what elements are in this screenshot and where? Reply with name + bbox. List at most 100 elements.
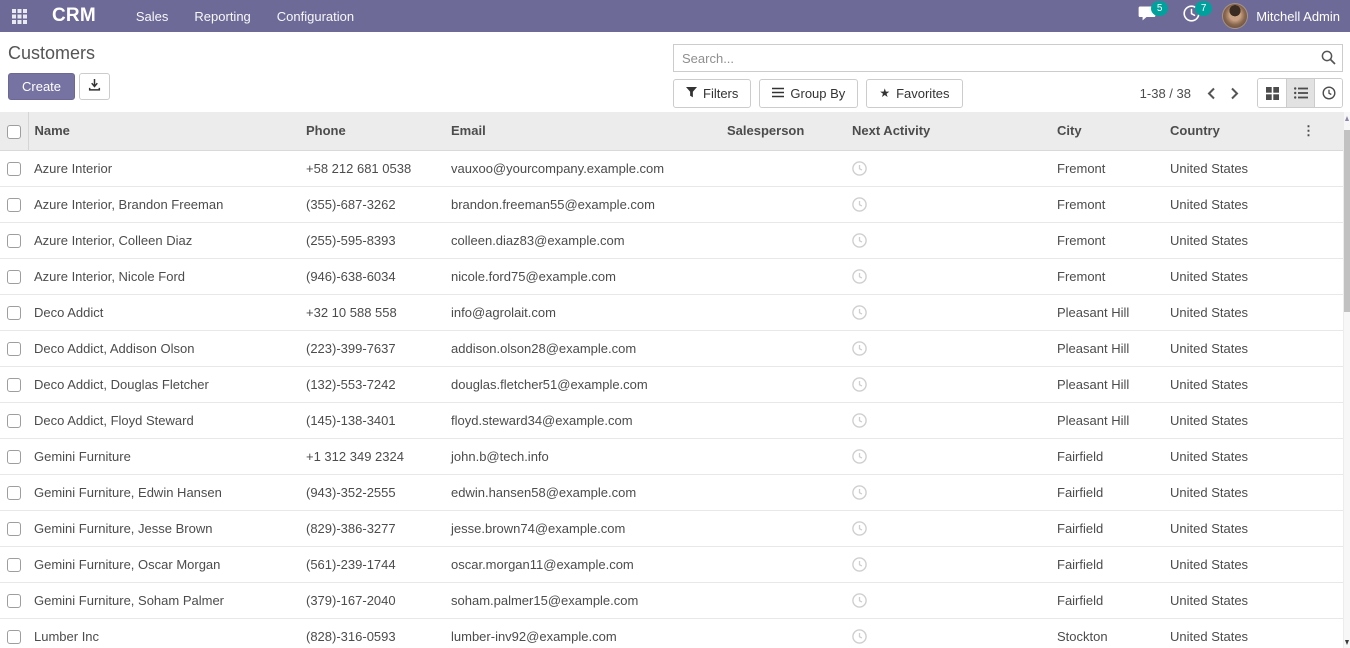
- activities-menu[interactable]: 7: [1178, 5, 1204, 27]
- activities-badge: 7: [1195, 1, 1212, 16]
- optional-columns-icon[interactable]: ⋮: [1302, 123, 1315, 138]
- activity-clock-icon[interactable]: [852, 232, 867, 247]
- row-checkbox[interactable]: [7, 342, 21, 356]
- activity-clock-icon[interactable]: [852, 628, 867, 643]
- cell-email: nicole.ford75@example.com: [445, 258, 721, 294]
- activity-clock-icon[interactable]: [852, 340, 867, 355]
- row-checkbox[interactable]: [7, 630, 21, 644]
- group-by-button[interactable]: Group By: [759, 79, 858, 108]
- search-options: Filters Group By ★ Favorites: [673, 79, 963, 108]
- activity-clock-icon[interactable]: [852, 484, 867, 499]
- column-header-next-activity[interactable]: Next Activity: [846, 112, 1051, 150]
- messages-menu[interactable]: 5: [1134, 5, 1160, 27]
- odoo-crm-customers-screen: CRM Sales Reporting Configuration 5 7 Mitc…: [0, 0, 1350, 648]
- row-checkbox[interactable]: [7, 162, 21, 176]
- select-all-checkbox[interactable]: [7, 125, 21, 139]
- cell-city: Fairfield: [1051, 438, 1164, 474]
- activity-clock-icon[interactable]: [852, 268, 867, 283]
- activity-clock-icon[interactable]: [852, 196, 867, 211]
- row-checkbox[interactable]: [7, 414, 21, 428]
- column-header-city[interactable]: City: [1051, 112, 1164, 150]
- customers-table: NamePhoneEmailSalespersonNext ActivityCi…: [0, 112, 1343, 648]
- cell-country: United States: [1164, 618, 1268, 648]
- user-menu[interactable]: Mitchell Admin: [1222, 3, 1340, 29]
- cell-salesperson: [721, 186, 846, 222]
- table-row[interactable]: Deco Addict, Floyd Steward (145)-138-340…: [0, 402, 1343, 438]
- table-row[interactable]: Gemini Furniture, Oscar Morgan (561)-239…: [0, 546, 1343, 582]
- activity-view-button[interactable]: [1314, 79, 1342, 107]
- cell-country: United States: [1164, 546, 1268, 582]
- activity-clock-icon[interactable]: [852, 592, 867, 607]
- cell-city: Fremont: [1051, 258, 1164, 294]
- table-row[interactable]: Azure Interior +58 212 681 0538 vauxoo@y…: [0, 150, 1343, 186]
- kanban-view-button[interactable]: [1258, 79, 1286, 107]
- pager-previous-icon[interactable]: [1207, 87, 1216, 100]
- activity-clock-icon[interactable]: [852, 520, 867, 535]
- row-checkbox[interactable]: [7, 558, 21, 572]
- table-row[interactable]: Gemini Furniture, Soham Palmer (379)-167…: [0, 582, 1343, 618]
- menu-reporting[interactable]: Reporting: [194, 9, 250, 24]
- menu-configuration[interactable]: Configuration: [277, 9, 354, 24]
- table-row[interactable]: Gemini Furniture +1 312 349 2324 john.b@…: [0, 438, 1343, 474]
- table-row[interactable]: Deco Addict, Douglas Fletcher (132)-553-…: [0, 366, 1343, 402]
- cell-country: United States: [1164, 330, 1268, 366]
- pager-next-icon[interactable]: [1230, 87, 1239, 100]
- activity-clock-icon[interactable]: [852, 304, 867, 319]
- row-checkbox[interactable]: [7, 234, 21, 248]
- apps-menu-icon[interactable]: [8, 5, 30, 27]
- search-icon[interactable]: [1321, 50, 1336, 70]
- cell-name: Deco Addict, Addison Olson: [28, 330, 300, 366]
- row-checkbox[interactable]: [7, 486, 21, 500]
- row-checkbox[interactable]: [7, 522, 21, 536]
- activity-clock-icon[interactable]: [852, 376, 867, 391]
- row-checkbox[interactable]: [7, 594, 21, 608]
- column-header-salesperson[interactable]: Salesperson: [721, 112, 846, 150]
- row-checkbox[interactable]: [7, 450, 21, 464]
- column-header-email[interactable]: Email: [445, 112, 721, 150]
- activity-clock-icon[interactable]: [852, 448, 867, 463]
- breadcrumb-area: Customers Create: [8, 32, 110, 100]
- row-checkbox[interactable]: [7, 378, 21, 392]
- cell-filler: [1268, 294, 1343, 330]
- table-row[interactable]: Deco Addict, Addison Olson (223)-399-763…: [0, 330, 1343, 366]
- table-row[interactable]: Lumber Inc (828)-316-0593 lumber-inv92@e…: [0, 618, 1343, 648]
- app-name[interactable]: CRM: [52, 5, 96, 27]
- list-view-button[interactable]: [1286, 79, 1314, 107]
- table-row[interactable]: Azure Interior, Colleen Diaz (255)-595-8…: [0, 222, 1343, 258]
- search-input[interactable]: [673, 44, 1343, 72]
- export-button[interactable]: [79, 73, 110, 100]
- table-row[interactable]: Gemini Furniture, Jesse Brown (829)-386-…: [0, 510, 1343, 546]
- cell-email: vauxoo@yourcompany.example.com: [445, 150, 721, 186]
- table-row[interactable]: Deco Addict +32 10 588 558 info@agrolait…: [0, 294, 1343, 330]
- cell-salesperson: [721, 474, 846, 510]
- table-row[interactable]: Azure Interior, Nicole Ford (946)-638-60…: [0, 258, 1343, 294]
- cell-phone: +58 212 681 0538: [300, 150, 445, 186]
- favorites-button[interactable]: ★ Favorites: [866, 79, 962, 108]
- top-navbar: CRM Sales Reporting Configuration 5 7 Mitc…: [0, 0, 1350, 32]
- row-checkbox[interactable]: [7, 306, 21, 320]
- cell-email: john.b@tech.info: [445, 438, 721, 474]
- scrollbar-down-arrow[interactable]: [1345, 640, 1349, 645]
- create-button[interactable]: Create: [8, 73, 75, 100]
- row-checkbox[interactable]: [7, 270, 21, 284]
- table-row[interactable]: Gemini Furniture, Edwin Hansen (943)-352…: [0, 474, 1343, 510]
- cell-next-activity: [846, 150, 1051, 186]
- cell-email: brandon.freeman55@example.com: [445, 186, 721, 222]
- pager: 1-38 / 38: [1140, 86, 1239, 101]
- cell-filler: [1268, 510, 1343, 546]
- menu-sales[interactable]: Sales: [136, 9, 169, 24]
- scrollbar-up-arrow[interactable]: [1345, 116, 1349, 121]
- scrollbar-thumb[interactable]: [1344, 130, 1350, 312]
- column-header-name[interactable]: Name: [28, 112, 300, 150]
- column-header-phone[interactable]: Phone: [300, 112, 445, 150]
- table-row[interactable]: Azure Interior, Brandon Freeman (355)-68…: [0, 186, 1343, 222]
- column-header-country[interactable]: Country: [1164, 112, 1268, 150]
- row-checkbox[interactable]: [7, 198, 21, 212]
- activity-clock-icon[interactable]: [852, 160, 867, 175]
- vertical-scrollbar[interactable]: [1343, 112, 1350, 648]
- activity-clock-icon[interactable]: [852, 412, 867, 427]
- activity-clock-icon[interactable]: [852, 556, 867, 571]
- cell-phone: (561)-239-1744: [300, 546, 445, 582]
- filters-button[interactable]: Filters: [673, 79, 751, 108]
- cell-email: lumber-inv92@example.com: [445, 618, 721, 648]
